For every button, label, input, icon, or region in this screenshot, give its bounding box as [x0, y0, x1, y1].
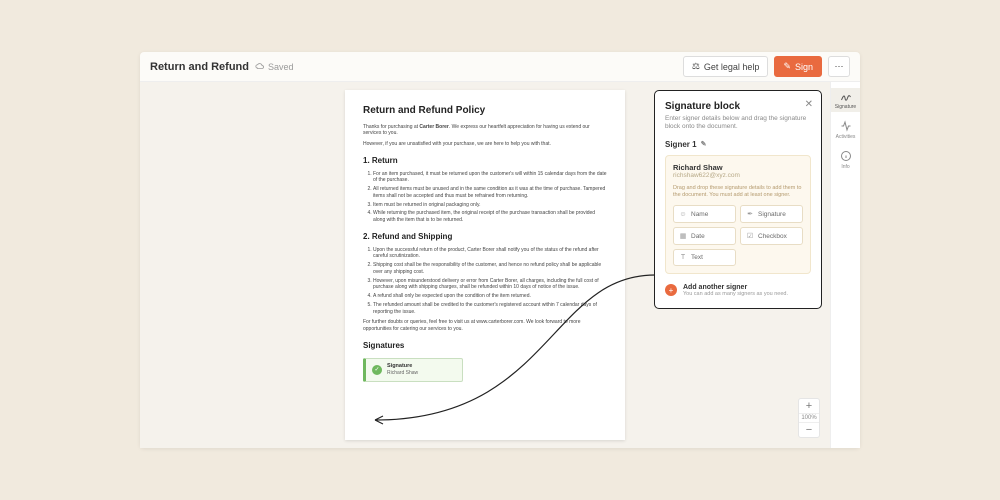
- calendar-icon: ▦: [679, 232, 687, 240]
- close-panel-button[interactable]: ✕: [805, 99, 813, 110]
- list-item: All returned items must be unused and in…: [373, 186, 607, 200]
- field-signature[interactable]: ✒Signature: [740, 205, 803, 223]
- signer-card: Richard Shaw richshaw622@xyz.com Drag an…: [665, 155, 811, 274]
- add-signer-title: Add another signer: [683, 284, 788, 291]
- pencil-icon: ✎: [701, 141, 707, 148]
- signature-icon: ✒: [746, 210, 754, 218]
- signature-field-label: Signature: [387, 363, 418, 370]
- rail-tab-info[interactable]: Info: [831, 148, 860, 172]
- signer-header: Signer 1 ✎: [665, 140, 811, 149]
- text-icon: T: [679, 254, 687, 261]
- list-item: For an item purchased, it must be return…: [373, 171, 607, 185]
- list-item: A refund shall only be expected upon the…: [373, 293, 607, 300]
- rail-tab-activities[interactable]: Activities: [831, 118, 860, 142]
- zoom-out-button[interactable]: −: [799, 423, 819, 437]
- section-signatures: Signatures: [363, 341, 607, 352]
- list-item: The refunded amount shall be credited to…: [373, 302, 607, 316]
- document-page: Return and Refund Policy Thanks for purc…: [345, 90, 625, 440]
- pen-icon: ✎: [783, 61, 791, 72]
- add-signer-button[interactable]: + Add another signer You can add as many…: [665, 284, 811, 298]
- edit-signer-button[interactable]: ✎: [701, 140, 707, 148]
- return-list: For an item purchased, it must be return…: [363, 171, 607, 224]
- saved-indicator: Saved: [255, 62, 294, 72]
- ellipsis-icon: ⋯: [835, 61, 844, 72]
- signature-block-panel: ✕ Signature block Enter signer details b…: [654, 90, 822, 309]
- signer-name: Richard Shaw: [673, 163, 803, 172]
- section-return: 1. Return: [363, 156, 607, 167]
- list-item: However, upon misunderstood delivery or …: [373, 278, 607, 292]
- field-checkbox[interactable]: ☑Checkbox: [740, 227, 803, 245]
- signature-field-placed[interactable]: ✓ Signature Richard Shaw: [363, 358, 463, 382]
- check-circle-icon: ✓: [372, 365, 382, 375]
- checkbox-icon: ☑: [746, 232, 754, 240]
- cloud-icon: [255, 62, 265, 72]
- section-refund: 2. Refund and Shipping: [363, 232, 607, 243]
- document-title: Return and Refund: [150, 61, 249, 73]
- scale-icon: ⚖: [692, 61, 700, 72]
- field-text[interactable]: TText: [673, 249, 736, 266]
- more-menu-button[interactable]: ⋯: [828, 56, 850, 77]
- outro-paragraph: For further doubts or queries, feel free…: [363, 319, 607, 333]
- signer-label: Signer 1: [665, 140, 697, 149]
- list-item: Shipping cost shall be the responsibilit…: [373, 262, 607, 276]
- signature-icon: [840, 90, 852, 102]
- draggable-fields: ☺Name ✒Signature ▦Date ☑Checkbox TText: [673, 205, 803, 266]
- plus-circle-icon: +: [665, 284, 677, 296]
- zoom-control: + 100% −: [798, 398, 820, 438]
- person-icon: ☺: [679, 211, 687, 218]
- field-name[interactable]: ☺Name: [673, 205, 736, 223]
- zoom-level: 100%: [799, 413, 819, 423]
- sign-button[interactable]: ✎ Sign: [774, 56, 822, 77]
- get-legal-help-button[interactable]: ⚖ Get legal help: [683, 56, 769, 77]
- close-icon: ✕: [805, 99, 813, 110]
- intro-paragraph: Thanks for purchasing at Carter Borer. W…: [363, 124, 607, 138]
- zoom-in-button[interactable]: +: [799, 399, 819, 413]
- info-icon: [840, 150, 852, 162]
- page-heading: Return and Refund Policy: [363, 104, 607, 118]
- field-date[interactable]: ▦Date: [673, 227, 736, 245]
- rail-tab-signature[interactable]: Signature: [831, 88, 860, 112]
- panel-subtitle: Enter signer details below and drag the …: [665, 115, 811, 132]
- list-item: Item must be returned in original packag…: [373, 202, 607, 209]
- signer-email: richshaw622@xyz.com: [673, 172, 803, 179]
- signature-field-signer: Richard Shaw: [387, 370, 418, 377]
- intro-paragraph-2: However, if you are unsatisfied with you…: [363, 141, 607, 148]
- refund-list: Upon the successful return of the produc…: [363, 247, 607, 316]
- panel-title: Signature block: [665, 101, 811, 112]
- right-rail: Signature Activities Info: [830, 82, 860, 448]
- list-item: Upon the successful return of the produc…: [373, 247, 607, 261]
- add-signer-subtitle: You can add as many signers as you need.: [683, 291, 788, 298]
- drag-hint: Drag and drop these signature details to…: [673, 185, 803, 199]
- list-item: While returning the purchased item, the …: [373, 210, 607, 224]
- activity-icon: [840, 120, 852, 132]
- top-bar: Return and Refund Saved ⚖ Get legal help…: [140, 52, 860, 82]
